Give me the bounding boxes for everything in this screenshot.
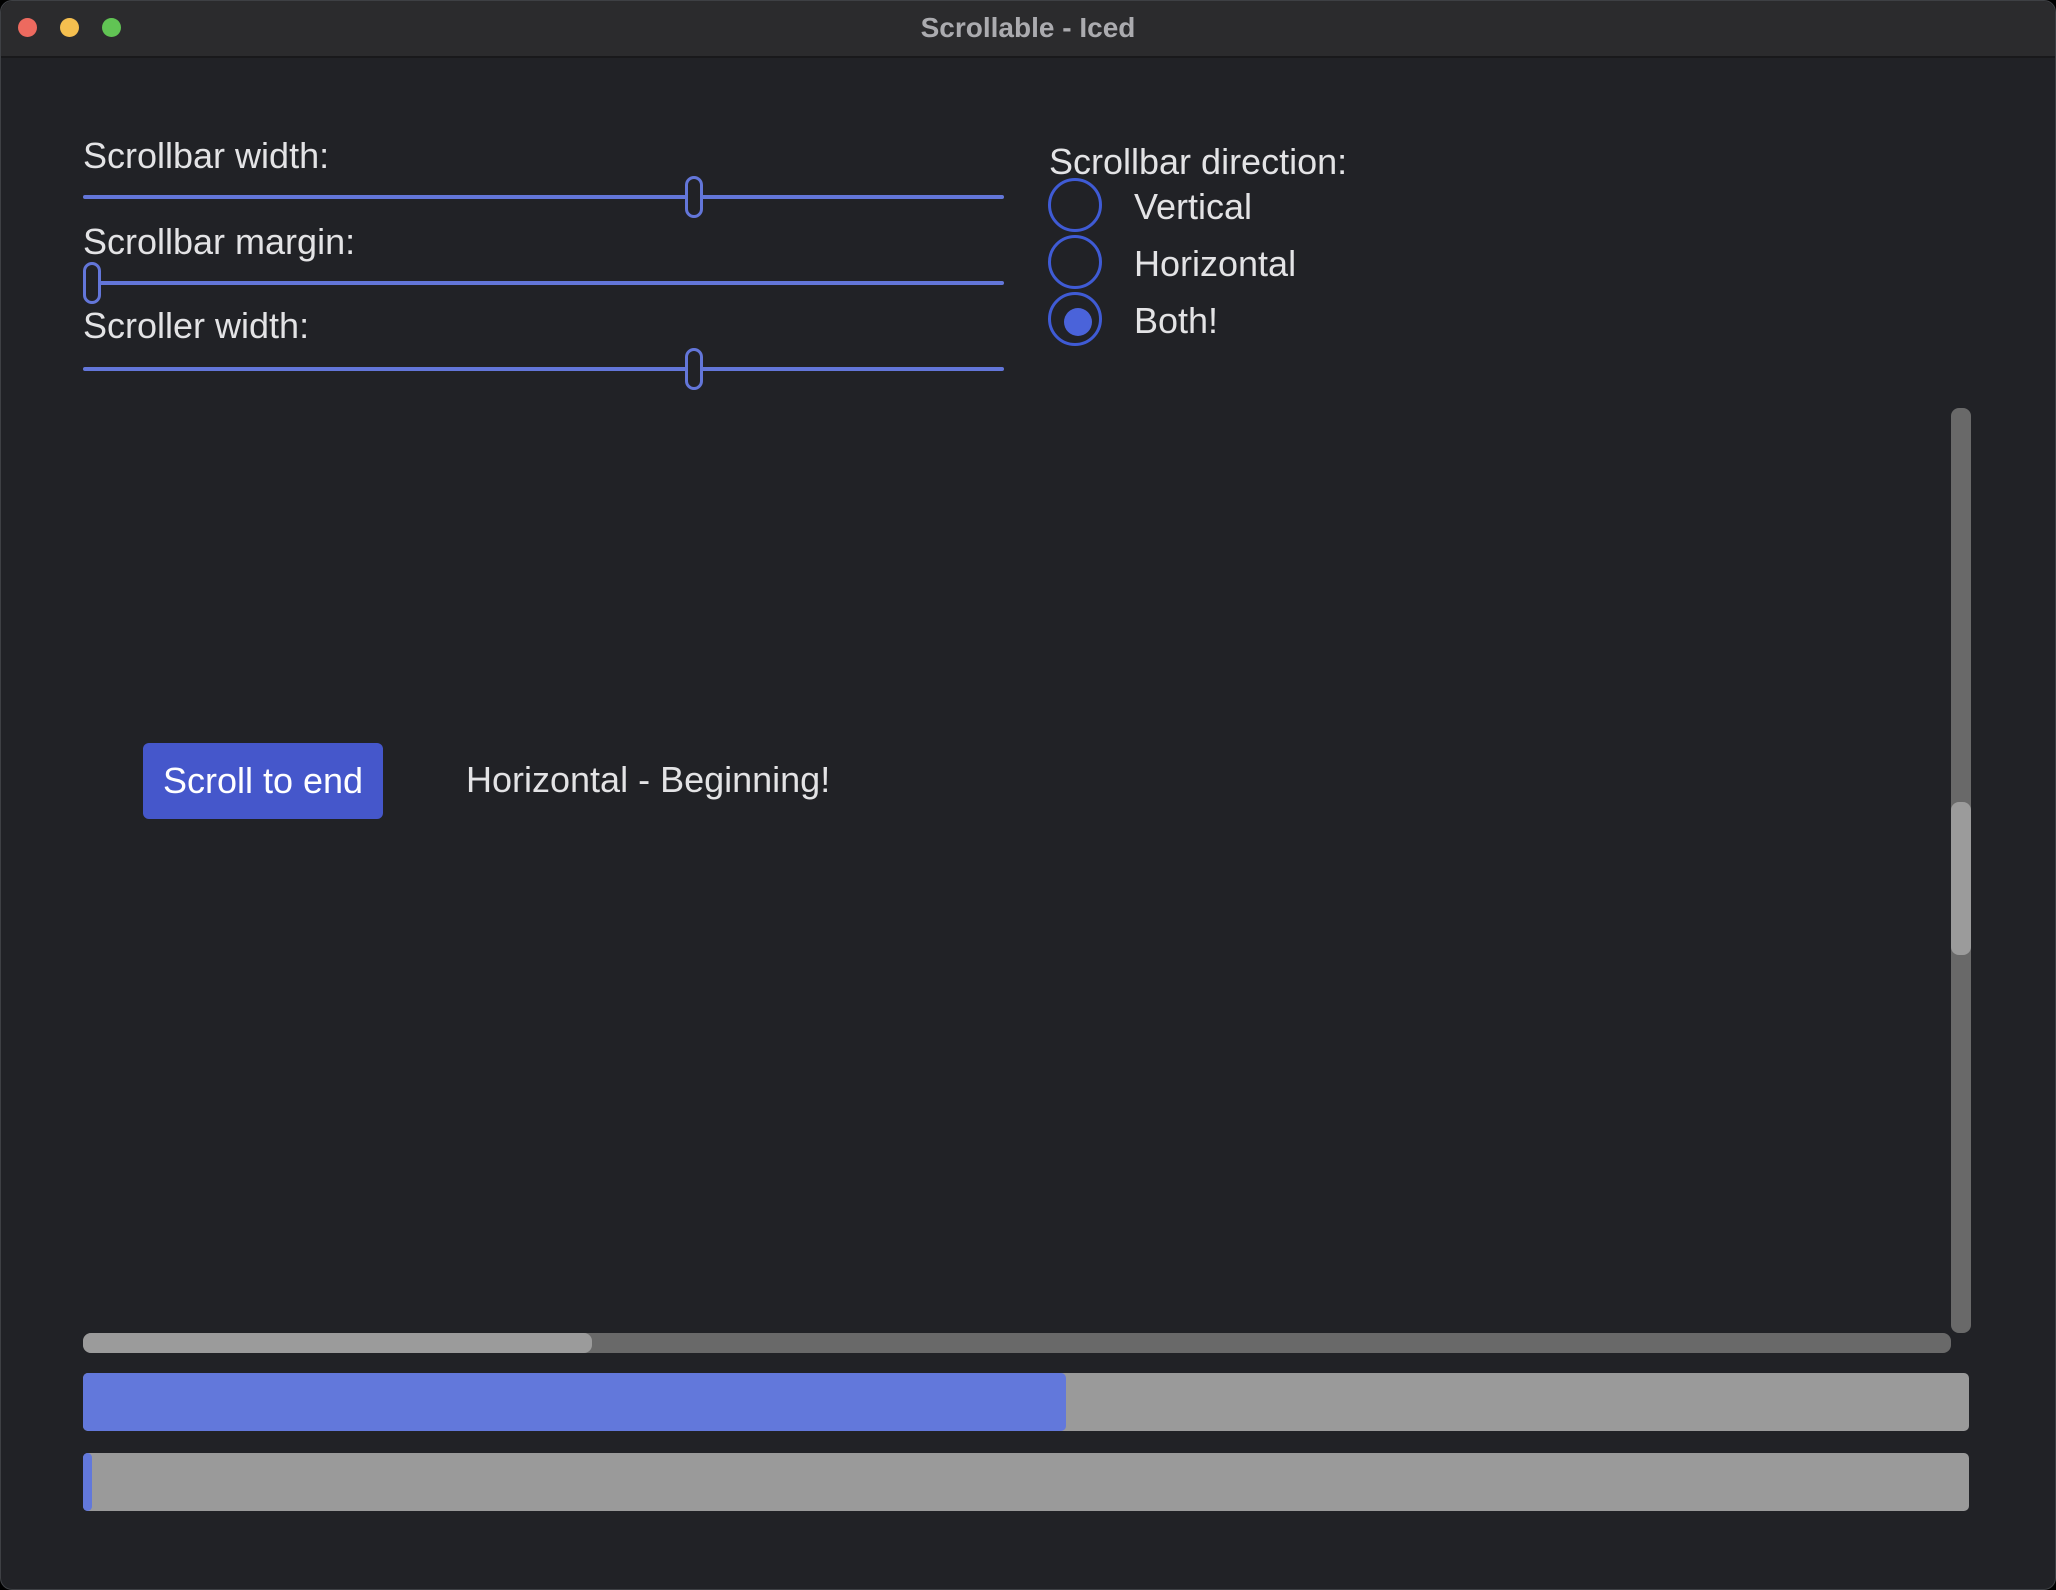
scrollbar-direction-label: Scrollbar direction: — [1049, 141, 1347, 183]
radio-circle-icon[interactable] — [1048, 235, 1102, 289]
scroller-width-label: Scroller width: — [83, 305, 309, 347]
slider-rail[interactable] — [83, 281, 1004, 285]
radio-option-vertical[interactable]: Vertical — [1048, 178, 1468, 232]
radio-label: Horizontal — [1134, 243, 1296, 285]
slider-rail[interactable] — [83, 195, 1004, 199]
radio-selected-dot — [1064, 308, 1092, 336]
vertical-scrollbar-thumb[interactable] — [1951, 802, 1971, 955]
progress-fill — [83, 1373, 1066, 1431]
scrollbar-width-label: Scrollbar width: — [83, 135, 329, 177]
radio-circle-icon[interactable] — [1048, 178, 1102, 232]
slider-handle[interactable] — [83, 262, 101, 304]
horizontal-scrollbar[interactable] — [83, 1333, 1951, 1353]
app-window: Scrollable - Iced Scrollbar width: Scrol… — [0, 0, 2056, 1590]
scroll-status-text: Horizontal - Beginning! — [466, 759, 830, 801]
radio-label: Vertical — [1134, 186, 1252, 228]
window-title: Scrollable - Iced — [1, 1, 2055, 56]
radio-label: Both! — [1134, 300, 1218, 342]
horizontal-scrollbar-thumb[interactable] — [83, 1333, 592, 1353]
slider-rail[interactable] — [83, 367, 1004, 371]
title-bar: Scrollable - Iced — [1, 1, 2055, 58]
scrollbar-margin-label: Scrollbar margin: — [83, 221, 355, 263]
horizontal-progress-bar — [83, 1453, 1969, 1511]
scroll-to-end-button[interactable]: Scroll to end — [143, 743, 383, 819]
slider-handle[interactable] — [685, 176, 703, 218]
vertical-progress-bar — [83, 1373, 1969, 1431]
scrollbar-width-slider[interactable] — [83, 176, 1004, 218]
slider-handle[interactable] — [685, 348, 703, 390]
scrollbar-margin-slider[interactable] — [83, 262, 1004, 304]
vertical-scrollbar[interactable] — [1951, 408, 1971, 1333]
radio-option-horizontal[interactable]: Horizontal — [1048, 235, 1468, 289]
radio-option-both[interactable]: Both! — [1048, 292, 1468, 346]
scroller-width-slider[interactable] — [83, 348, 1004, 390]
radio-circle-icon[interactable] — [1048, 292, 1102, 346]
progress-fill — [83, 1453, 92, 1511]
